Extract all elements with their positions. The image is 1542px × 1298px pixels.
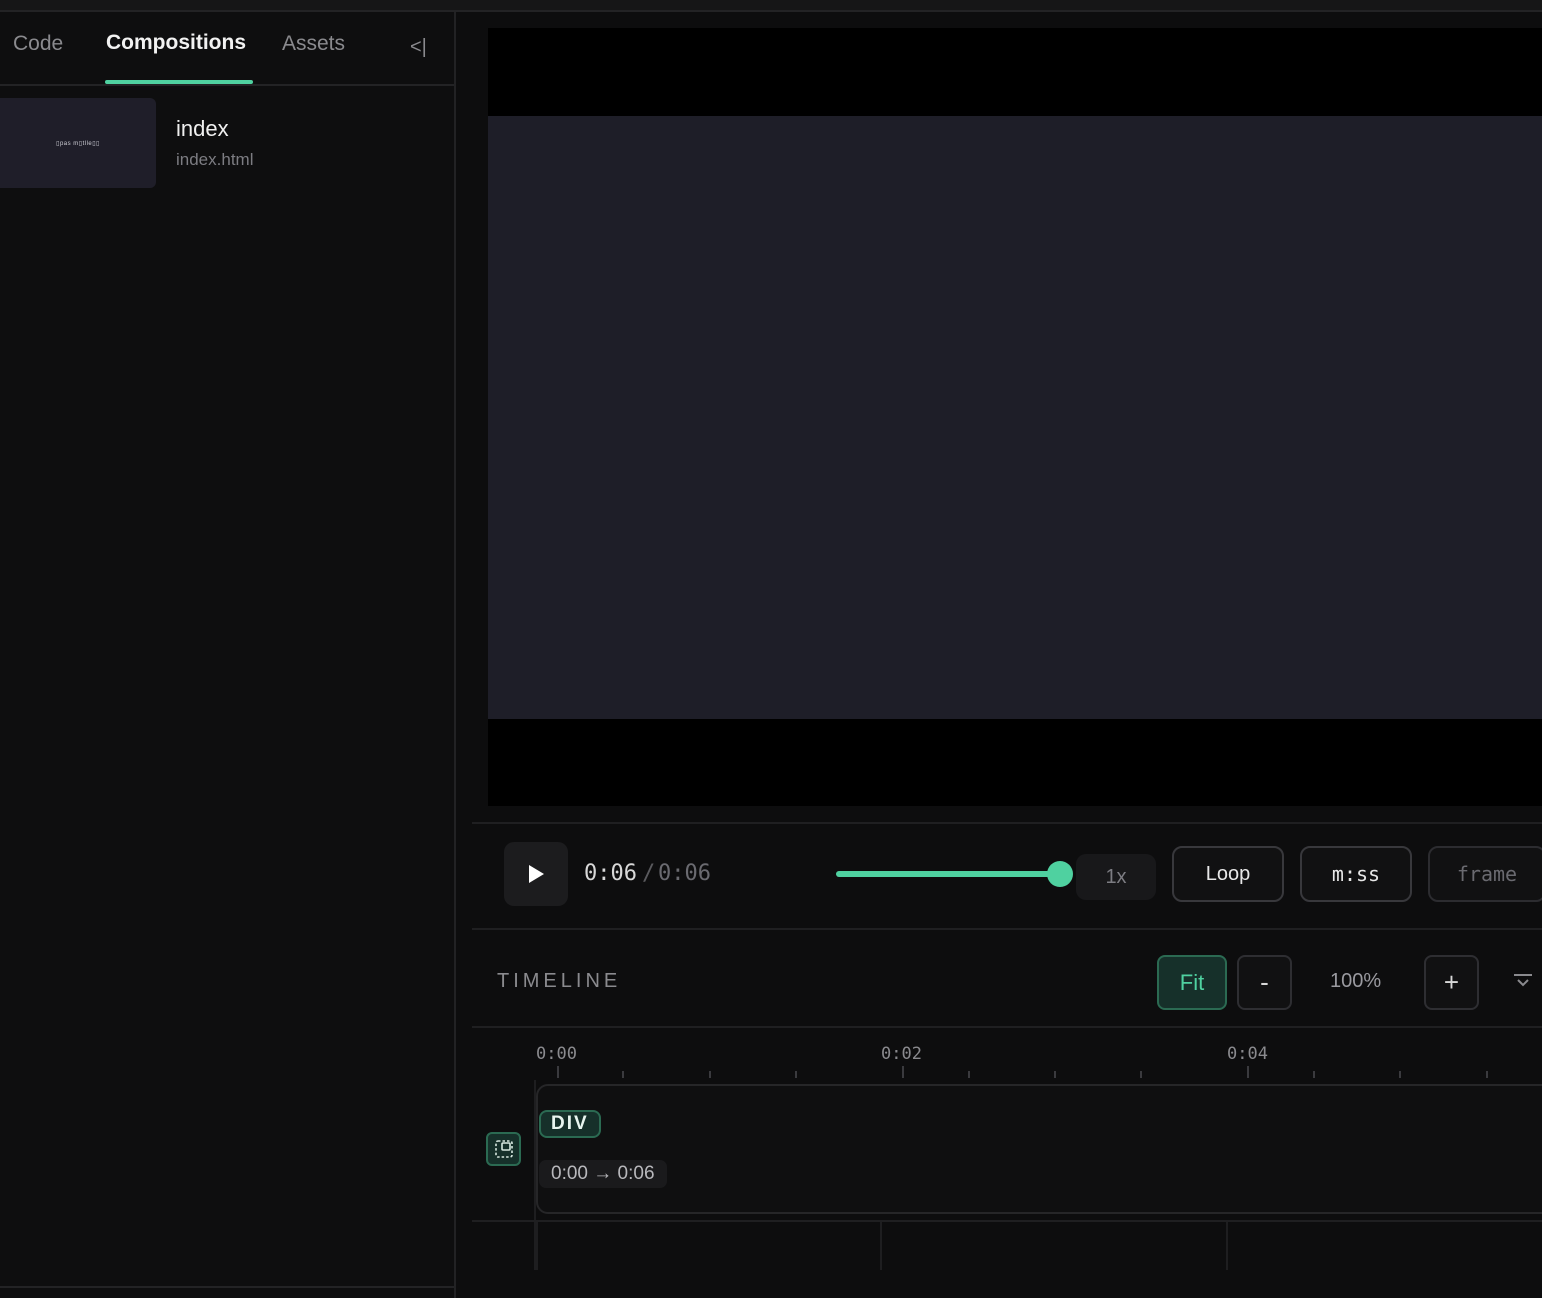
sidebar-bottom-divider bbox=[0, 1286, 454, 1288]
ruler-minor-tick bbox=[795, 1071, 797, 1078]
ruler-label: 0:02 bbox=[881, 1044, 922, 1064]
tab-compositions[interactable]: Compositions bbox=[106, 31, 246, 55]
timeline-title: TIMELINE bbox=[497, 970, 622, 992]
preview-divider bbox=[472, 822, 1542, 824]
zoom-out-button[interactable]: - bbox=[1237, 955, 1292, 1010]
preview-viewport bbox=[488, 28, 1542, 806]
controls-divider bbox=[472, 928, 1542, 930]
collapse-sidebar-button[interactable]: <| bbox=[410, 36, 427, 59]
playback-speed-button[interactable]: 1x bbox=[1076, 854, 1156, 900]
active-tab-indicator bbox=[105, 80, 253, 84]
element-tag-badge: DIV bbox=[539, 1110, 601, 1138]
loop-button[interactable]: Loop bbox=[1172, 846, 1284, 902]
ruler-major-tick bbox=[1247, 1066, 1249, 1078]
grid-line bbox=[880, 1222, 882, 1270]
filter-icon[interactable] bbox=[1512, 972, 1534, 993]
current-time: 0:06 bbox=[584, 861, 637, 886]
ruler-minor-tick bbox=[622, 1071, 624, 1078]
timeline-header-divider bbox=[472, 1026, 1542, 1028]
ruler-minor-tick bbox=[1486, 1071, 1488, 1078]
playback-scrubber[interactable] bbox=[836, 861, 1073, 887]
ruler-minor-tick bbox=[1313, 1071, 1315, 1078]
grid-line bbox=[536, 1222, 538, 1270]
composition-item[interactable]: ▯pas m▯tlle▯▯ index index.html bbox=[0, 98, 454, 188]
grid-line bbox=[1226, 1222, 1228, 1270]
tab-code[interactable]: Code bbox=[13, 32, 63, 56]
total-time: 0:06 bbox=[658, 861, 711, 886]
frame-format-button[interactable]: frame bbox=[1428, 846, 1542, 902]
thumbnail-text: ▯pas m▯tlle▯▯ bbox=[56, 140, 100, 147]
play-icon bbox=[529, 865, 544, 883]
ruler-minor-tick bbox=[968, 1071, 970, 1078]
app-window: Code Compositions Assets <| ▯pas m▯tlle▯… bbox=[0, 0, 1542, 1298]
sidebar: Code Compositions Assets <| ▯pas m▯tlle▯… bbox=[0, 12, 456, 1298]
ruler-major-tick bbox=[902, 1066, 904, 1078]
composition-name: index bbox=[176, 116, 229, 141]
ruler-minor-tick bbox=[1054, 1071, 1056, 1078]
ruler-minor-tick bbox=[1140, 1071, 1142, 1078]
fit-button[interactable]: Fit bbox=[1157, 955, 1227, 1010]
play-button[interactable] bbox=[504, 842, 568, 906]
composition-thumbnail: ▯pas m▯tlle▯▯ bbox=[0, 98, 156, 188]
time-format-button[interactable]: m:ss bbox=[1300, 846, 1412, 902]
top-bar bbox=[0, 0, 1542, 12]
ruler-minor-tick bbox=[709, 1071, 711, 1078]
tab-assets[interactable]: Assets bbox=[282, 32, 345, 56]
select-element-icon[interactable] bbox=[486, 1132, 521, 1166]
scrubber-handle[interactable] bbox=[1047, 861, 1073, 887]
timeline-track-clip[interactable] bbox=[536, 1084, 1542, 1214]
clip-time-range: 0:00 → 0:06 bbox=[539, 1160, 667, 1188]
composition-stage bbox=[488, 116, 1542, 719]
ruler-minor-tick bbox=[1399, 1071, 1401, 1078]
scrubber-progress bbox=[836, 871, 1060, 877]
track-divider bbox=[472, 1220, 1542, 1222]
ruler-major-tick bbox=[557, 1066, 559, 1078]
zoom-level: 100% bbox=[1330, 970, 1382, 992]
ruler-label: 0:00 bbox=[536, 1044, 577, 1064]
zoom-in-button[interactable]: + bbox=[1424, 955, 1479, 1010]
time-separator: / bbox=[642, 861, 656, 886]
composition-file: index.html bbox=[176, 150, 254, 169]
ruler-label: 0:04 bbox=[1227, 1044, 1268, 1064]
sidebar-tabs: Code Compositions Assets <| bbox=[0, 12, 454, 86]
